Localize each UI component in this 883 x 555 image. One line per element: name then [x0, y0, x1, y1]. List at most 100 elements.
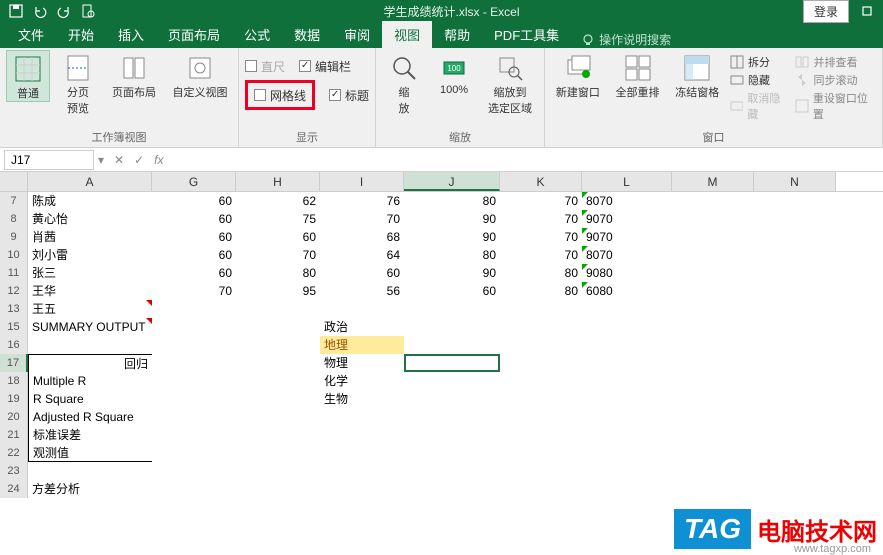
cell[interactable]: 9080	[582, 264, 672, 282]
tab-data[interactable]: 数据	[282, 21, 332, 48]
cell[interactable]	[320, 480, 404, 498]
cell[interactable]	[754, 318, 836, 336]
cell[interactable]	[754, 192, 836, 210]
cell[interactable]	[236, 408, 320, 426]
cell[interactable]: 70	[500, 246, 582, 264]
cell[interactable]: 陈成	[28, 192, 152, 210]
cell[interactable]	[500, 480, 582, 498]
cell[interactable]	[500, 444, 582, 462]
cell[interactable]: 肖茜	[28, 228, 152, 246]
cell[interactable]	[320, 462, 404, 480]
cell[interactable]: 6080	[582, 282, 672, 300]
cell[interactable]	[404, 444, 500, 462]
page-layout-button[interactable]: 页面布局	[106, 50, 162, 100]
cell[interactable]	[672, 408, 754, 426]
cell[interactable]	[754, 354, 836, 372]
cell[interactable]	[754, 228, 836, 246]
cell[interactable]: 80	[500, 264, 582, 282]
redo-icon[interactable]	[52, 1, 76, 21]
cell[interactable]	[404, 462, 500, 480]
cell[interactable]: 95	[236, 282, 320, 300]
cell[interactable]	[754, 426, 836, 444]
custom-views-button[interactable]: 自定义视图	[168, 50, 232, 100]
cell[interactable]	[582, 300, 672, 318]
cell[interactable]	[672, 462, 754, 480]
cell[interactable]	[236, 318, 320, 336]
tab-view[interactable]: 视图	[382, 21, 432, 48]
cell[interactable]	[236, 426, 320, 444]
cell[interactable]	[672, 372, 754, 390]
tab-formulas[interactable]: 公式	[232, 21, 282, 48]
cell[interactable]: 60	[404, 282, 500, 300]
headings-checkbox[interactable]: 标题	[329, 85, 369, 105]
cell[interactable]: 64	[320, 246, 404, 264]
tab-page-layout[interactable]: 页面布局	[156, 21, 232, 48]
cell[interactable]: 80	[500, 282, 582, 300]
cell[interactable]: 8070	[582, 246, 672, 264]
col-L[interactable]: L	[582, 172, 672, 191]
col-J[interactable]: J	[404, 172, 500, 191]
cell[interactable]	[754, 480, 836, 498]
arrange-all-button[interactable]: 全部重排	[611, 50, 665, 100]
zoom-selection-button[interactable]: 缩放到 选定区域	[482, 50, 538, 116]
cell[interactable]: 张三	[28, 264, 152, 282]
cell[interactable]	[672, 246, 754, 264]
cell[interactable]	[754, 462, 836, 480]
cell[interactable]	[500, 408, 582, 426]
hide-button[interactable]: 隐藏	[730, 72, 789, 88]
tell-me-search[interactable]: 操作说明搜索	[581, 31, 671, 48]
fx-icon[interactable]: fx	[154, 153, 163, 167]
tab-file[interactable]: 文件	[6, 21, 56, 48]
cell[interactable]	[500, 336, 582, 354]
zoom-100-button[interactable]: 100 100%	[432, 50, 476, 96]
cell[interactable]: 68	[320, 228, 404, 246]
page-break-preview-button[interactable]: 分页 预览	[56, 50, 100, 116]
cell[interactable]	[672, 282, 754, 300]
cell[interactable]	[236, 480, 320, 498]
file-preview-icon[interactable]	[76, 1, 100, 21]
tab-review[interactable]: 审阅	[332, 21, 382, 48]
cell[interactable]	[672, 192, 754, 210]
cell[interactable]	[500, 372, 582, 390]
cell[interactable]: 76	[320, 192, 404, 210]
cell[interactable]	[500, 318, 582, 336]
col-H[interactable]: H	[236, 172, 320, 191]
cell[interactable]: 70	[236, 246, 320, 264]
cell[interactable]	[582, 462, 672, 480]
cell[interactable]	[28, 336, 152, 354]
cell[interactable]	[582, 318, 672, 336]
cell[interactable]: 黄心怡	[28, 210, 152, 228]
cell[interactable]: 王华	[28, 282, 152, 300]
row-header[interactable]: 8	[0, 210, 28, 228]
row-header[interactable]: 7	[0, 192, 28, 210]
save-icon[interactable]	[4, 1, 28, 21]
cell[interactable]	[754, 300, 836, 318]
cell[interactable]	[754, 390, 836, 408]
formula-bar-checkbox[interactable]: 编辑栏	[299, 56, 351, 76]
cell[interactable]	[672, 300, 754, 318]
tab-pdf[interactable]: PDF工具集	[482, 21, 571, 48]
cell[interactable]: 90	[404, 210, 500, 228]
cell[interactable]	[152, 444, 236, 462]
cell[interactable]: 60	[152, 264, 236, 282]
cell[interactable]: 8070	[582, 192, 672, 210]
cell[interactable]	[236, 444, 320, 462]
cell[interactable]	[404, 372, 500, 390]
cell[interactable]: 60	[152, 192, 236, 210]
cell[interactable]	[152, 408, 236, 426]
cell[interactable]	[236, 336, 320, 354]
gridlines-checkbox[interactable]: 网格线	[254, 85, 306, 105]
cell[interactable]	[582, 408, 672, 426]
cell[interactable]: 70	[500, 192, 582, 210]
name-box[interactable]: J17	[4, 150, 94, 170]
row-header[interactable]: 10	[0, 246, 28, 264]
cell[interactable]: 60	[152, 228, 236, 246]
zoom-button[interactable]: 缩 放	[382, 50, 426, 116]
cell[interactable]	[754, 264, 836, 282]
new-window-button[interactable]: 新建窗口	[551, 50, 605, 100]
cell[interactable]	[320, 300, 404, 318]
tab-help[interactable]: 帮助	[432, 21, 482, 48]
cell[interactable]	[404, 318, 500, 336]
cell[interactable]: 80	[236, 264, 320, 282]
cell[interactable]	[500, 426, 582, 444]
